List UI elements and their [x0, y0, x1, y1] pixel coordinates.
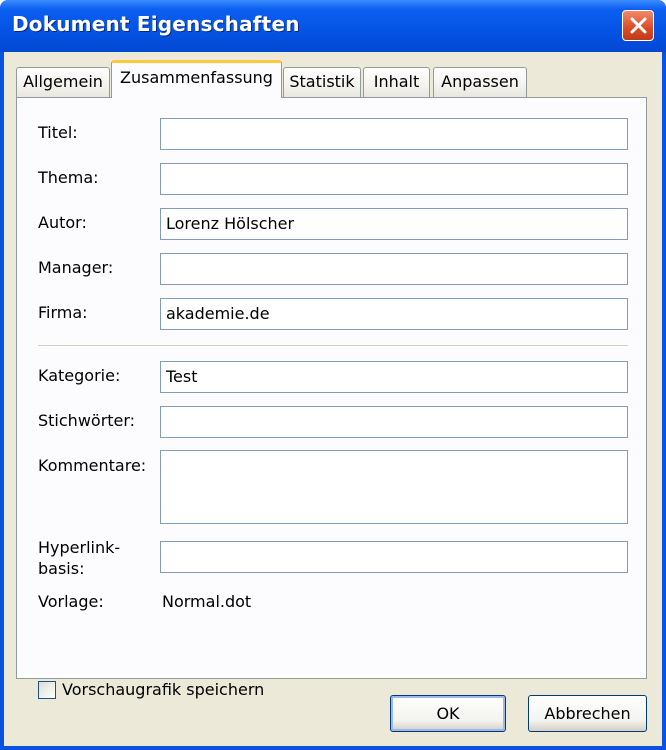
- close-icon: [630, 17, 647, 34]
- thema-field[interactable]: [160, 163, 628, 195]
- thema-label: Thema:: [38, 168, 99, 187]
- dialog-window: Dokument Eigenschaften Allgemein Zusamme…: [0, 0, 666, 750]
- autor-label: Autor:: [38, 213, 87, 232]
- firma-field[interactable]: akademie.de: [160, 298, 628, 330]
- dialog-client-area: Allgemein Zusammenfassung Statistik Inha…: [4, 52, 662, 746]
- section-divider: [38, 345, 628, 347]
- preview-checkbox-label[interactable]: Vorschaugrafik speichern: [62, 680, 264, 699]
- hyperlinkbasis-field[interactable]: [160, 541, 628, 573]
- summary-panel: Titel: Thema: Autor: Lorenz Hölscher Man…: [16, 97, 647, 699]
- stichwoerter-label: Stichwörter:: [38, 411, 136, 430]
- firma-label: Firma:: [38, 303, 88, 322]
- kommentare-label: Kommentare:: [38, 456, 147, 475]
- vorlage-label: Vorlage:: [38, 592, 104, 611]
- manager-label: Manager:: [38, 258, 114, 277]
- kategorie-label: Kategorie:: [38, 366, 121, 385]
- preview-checkbox[interactable]: [38, 681, 56, 699]
- manager-field[interactable]: [160, 253, 628, 285]
- stichwoerter-field[interactable]: [160, 406, 628, 438]
- tab-zusammenfassung[interactable]: Zusammenfassung: [111, 60, 282, 98]
- close-button[interactable]: [622, 10, 654, 41]
- titel-field[interactable]: [160, 118, 628, 150]
- window-title: Dokument Eigenschaften: [12, 12, 300, 36]
- hyperlinkbasis-label-line1: Hyperlink-: [38, 538, 121, 557]
- tab-allgemein[interactable]: Allgemein: [16, 67, 110, 97]
- cancel-button[interactable]: Abbrechen: [528, 695, 647, 732]
- kommentare-field[interactable]: [160, 450, 628, 524]
- autor-field[interactable]: Lorenz Hölscher: [160, 208, 628, 240]
- titel-label: Titel:: [38, 123, 78, 142]
- kategorie-field[interactable]: Test: [160, 361, 628, 393]
- tab-anpassen[interactable]: Anpassen: [433, 67, 527, 97]
- title-bar[interactable]: Dokument Eigenschaften: [0, 0, 666, 52]
- tab-inhalt[interactable]: Inhalt: [363, 67, 430, 97]
- hyperlinkbasis-label-line2: basis:: [38, 559, 85, 578]
- vorlage-value: Normal.dot: [162, 592, 252, 611]
- ok-button[interactable]: OK: [390, 695, 506, 732]
- tab-statistik[interactable]: Statistik: [283, 67, 361, 97]
